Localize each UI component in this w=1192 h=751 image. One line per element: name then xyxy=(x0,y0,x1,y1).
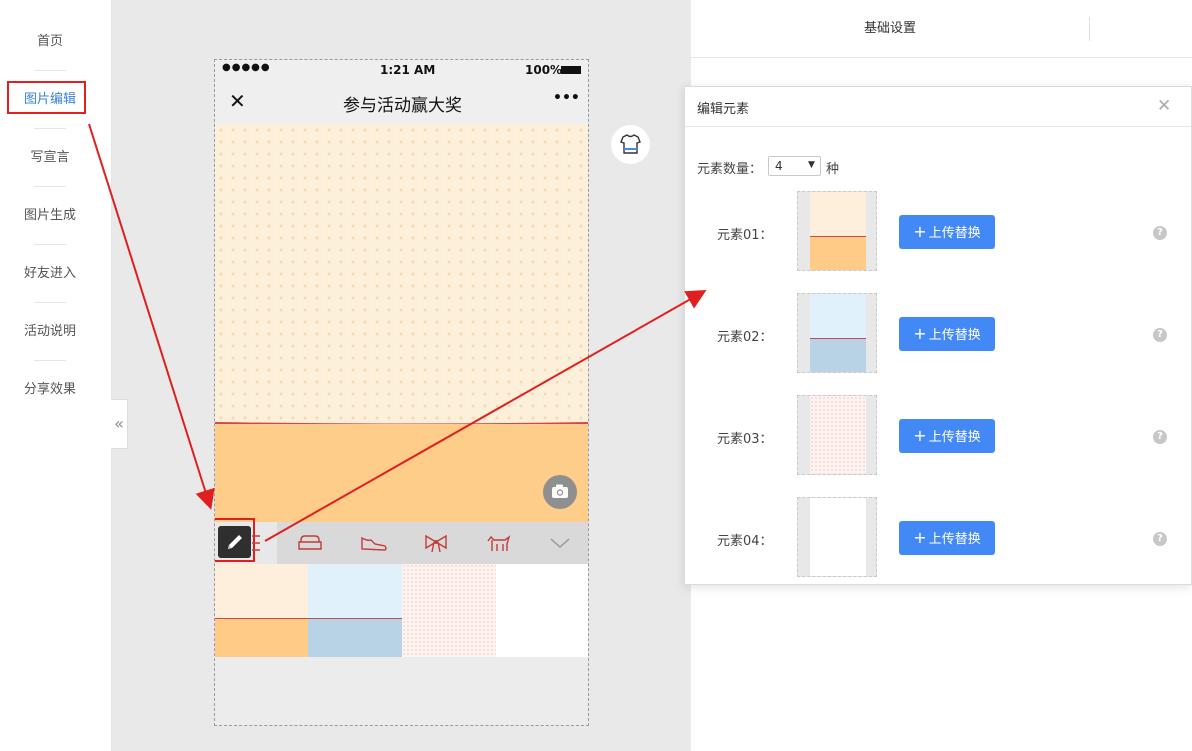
poster-background-top xyxy=(215,124,588,424)
element-preview xyxy=(797,497,877,577)
tab-bar: 基础设置 xyxy=(691,0,1192,58)
status-time: 1:21 AM xyxy=(380,63,436,77)
status-bar: ●●●●● 1:21 AM 100% xyxy=(215,60,588,80)
palette-swatch-element-02[interactable] xyxy=(308,564,402,657)
help-icon[interactable]: ? xyxy=(1153,328,1167,342)
chevron-down-icon: ▼ xyxy=(808,160,815,170)
plus-icon: + xyxy=(913,426,927,445)
poster-background-bottom xyxy=(215,424,588,522)
count-unit: 种 xyxy=(826,162,840,177)
sidebar-item-share-effect[interactable]: 分享效果 xyxy=(0,370,100,410)
shirt-icon xyxy=(620,134,641,154)
upload-replace-label: 上传替换 xyxy=(928,430,981,445)
sidebar-item-activity-desc[interactable]: 活动说明 xyxy=(0,312,100,352)
chevron-down-icon[interactable] xyxy=(549,534,571,552)
element-preview-image xyxy=(810,294,866,372)
edit-elements-dialog: 编辑元素 ✕ 元素数量： 4 ▼ 种 元素01： + 上传替换 ? 元素02： +… xyxy=(684,86,1192,585)
palette-swatch-element-04[interactable] xyxy=(496,564,588,657)
bow-icon[interactable] xyxy=(423,532,449,554)
element-preview-image xyxy=(810,396,866,474)
element-preview xyxy=(797,395,877,475)
battery-level: 100% xyxy=(525,63,563,77)
tab-basic-settings[interactable]: 基础设置 xyxy=(691,0,1089,58)
element-label: 元素04： xyxy=(717,534,773,549)
upload-replace-button[interactable]: + 上传替换 xyxy=(899,215,995,249)
count-label: 元素数量： xyxy=(697,162,763,177)
element-label: 元素03： xyxy=(717,432,773,447)
nav-bar: ✕ 参与活动赢大奖 ••• xyxy=(215,80,588,124)
divider xyxy=(34,360,66,361)
element-palette xyxy=(215,564,588,657)
palette-swatch-element-01[interactable] xyxy=(215,564,308,657)
count-select[interactable]: 4 ▼ xyxy=(768,156,821,176)
divider xyxy=(34,244,66,245)
camera-icon xyxy=(552,484,568,498)
signal-icon: ●●●●● xyxy=(222,62,271,73)
upload-replace-button[interactable]: + 上传替换 xyxy=(899,521,995,555)
sidebar: 首页 图片编辑 写宣言 图片生成 好友进入 活动说明 分享效果 xyxy=(0,0,112,751)
plus-icon: + xyxy=(913,222,927,241)
tab-divider xyxy=(1089,17,1090,41)
element-preview-image xyxy=(810,498,866,576)
divider xyxy=(34,70,66,71)
plus-icon: + xyxy=(913,528,927,547)
battery-icon xyxy=(561,66,581,74)
sidebar-item-friend-enter[interactable]: 好友进入 xyxy=(0,254,100,294)
divider xyxy=(34,128,66,129)
sidebar-item-slogan[interactable]: 写宣言 xyxy=(0,138,100,178)
divider xyxy=(34,186,66,187)
collapse-sidebar-button[interactable]: « xyxy=(111,399,128,449)
partial-icon xyxy=(252,535,260,551)
theme-button[interactable] xyxy=(611,125,650,164)
dialog-header: 编辑元素 ✕ xyxy=(685,87,1191,127)
plus-icon: + xyxy=(913,324,927,343)
upload-replace-label: 上传替换 xyxy=(928,328,981,343)
close-icon[interactable]: ✕ xyxy=(1157,96,1171,116)
count-value: 4 xyxy=(775,159,783,173)
annotation-highlight-box xyxy=(7,81,86,114)
phone-preview: ●●●●● 1:21 AM 100% ✕ 参与活动赢大奖 ••• xyxy=(214,59,589,726)
camera-button[interactable] xyxy=(543,475,577,509)
upload-replace-button[interactable]: + 上传替换 xyxy=(899,419,995,453)
help-icon[interactable]: ? xyxy=(1153,532,1167,546)
upload-replace-label: 上传替换 xyxy=(928,226,981,241)
more-icon[interactable]: ••• xyxy=(553,90,580,106)
page-title: 参与活动赢大奖 xyxy=(343,96,462,116)
sidebar-item-image-generate[interactable]: 图片生成 xyxy=(0,196,100,236)
sofa-icon[interactable] xyxy=(297,532,323,554)
help-icon[interactable]: ? xyxy=(1153,430,1167,444)
element-preview-image xyxy=(810,192,866,270)
dog-icon[interactable] xyxy=(485,532,511,554)
element-toolbar xyxy=(215,518,588,564)
annotation-highlight-box xyxy=(215,518,255,562)
sidebar-item-home[interactable]: 首页 xyxy=(0,22,100,62)
shoe-icon[interactable] xyxy=(359,532,389,554)
divider xyxy=(34,302,66,303)
element-label: 元素01： xyxy=(717,228,773,243)
palette-swatch-element-03[interactable] xyxy=(402,564,496,657)
element-label: 元素02： xyxy=(717,330,773,345)
dialog-title: 编辑元素 xyxy=(697,102,750,117)
help-icon[interactable]: ? xyxy=(1153,226,1167,240)
upload-replace-button[interactable]: + 上传替换 xyxy=(899,317,995,351)
element-preview xyxy=(797,293,877,373)
upload-replace-label: 上传替换 xyxy=(928,532,981,547)
element-preview xyxy=(797,191,877,271)
